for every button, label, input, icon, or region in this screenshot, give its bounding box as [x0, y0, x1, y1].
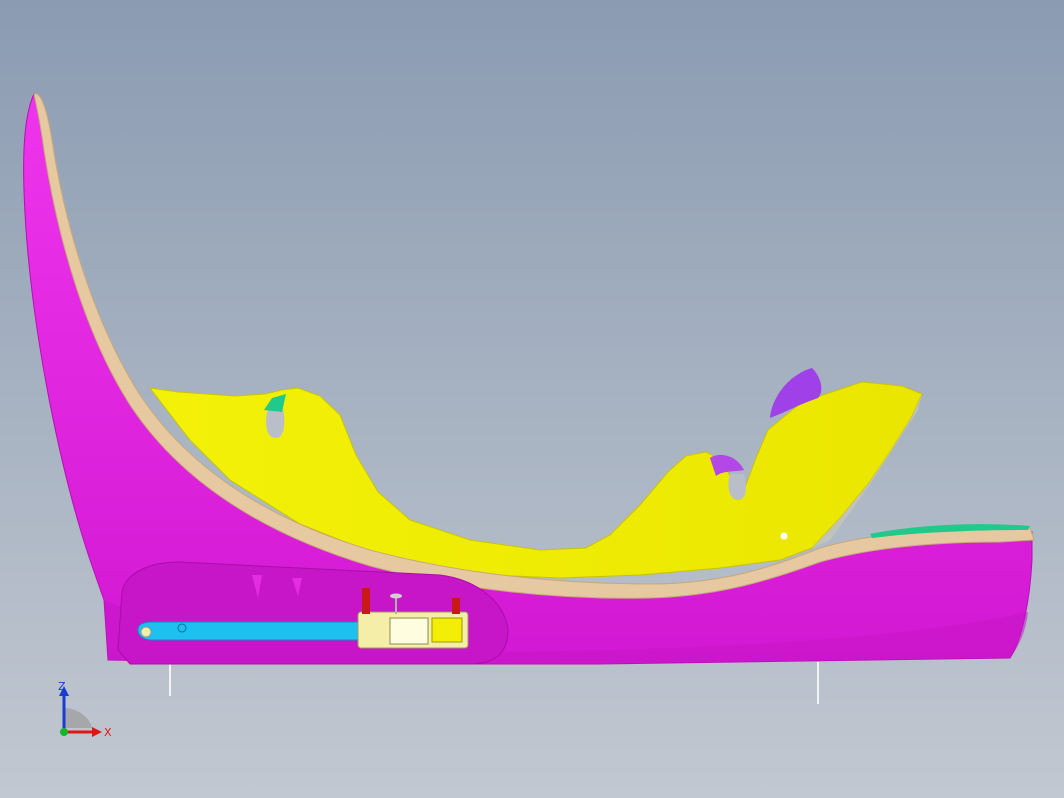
cad-viewport[interactable]: Z X [0, 0, 1064, 798]
latch-pin-right [452, 598, 460, 614]
z-axis-label: Z [58, 680, 66, 693]
adjust-rail[interactable] [137, 621, 373, 641]
x-axis-arrow [92, 727, 102, 737]
rail-end-stop [140, 626, 152, 638]
seat-model-view[interactable] [0, 0, 1064, 798]
axis-triad: Z X [58, 680, 112, 739]
y-axis-dot [60, 728, 68, 736]
seat-marker-dot [780, 532, 788, 540]
latch-slider[interactable] [431, 617, 463, 643]
triad-plane [64, 708, 92, 728]
x-axis-label: X [104, 726, 112, 739]
latch-window [389, 617, 429, 645]
latch-knob [390, 593, 402, 599]
latch-pin-left [362, 588, 370, 614]
seat-notch-left [266, 408, 285, 438]
